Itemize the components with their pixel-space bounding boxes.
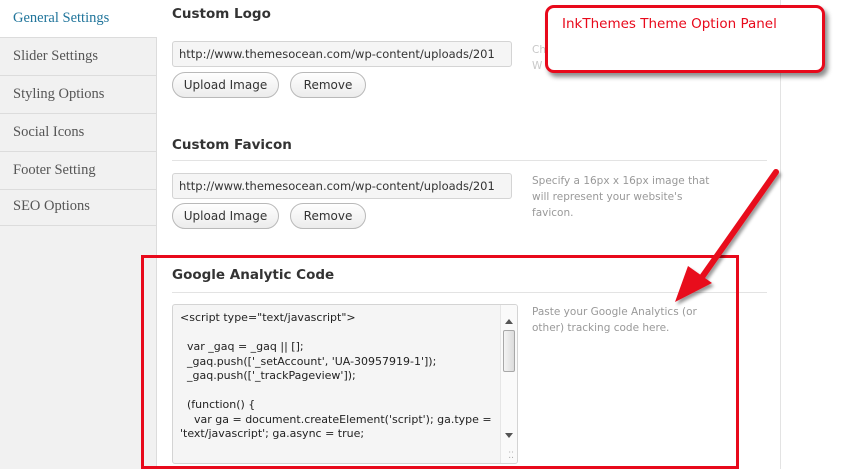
annotation-callout-text: InkThemes Theme Option Panel bbox=[562, 16, 777, 32]
annotation-callout: InkThemes Theme Option Panel bbox=[545, 5, 825, 73]
